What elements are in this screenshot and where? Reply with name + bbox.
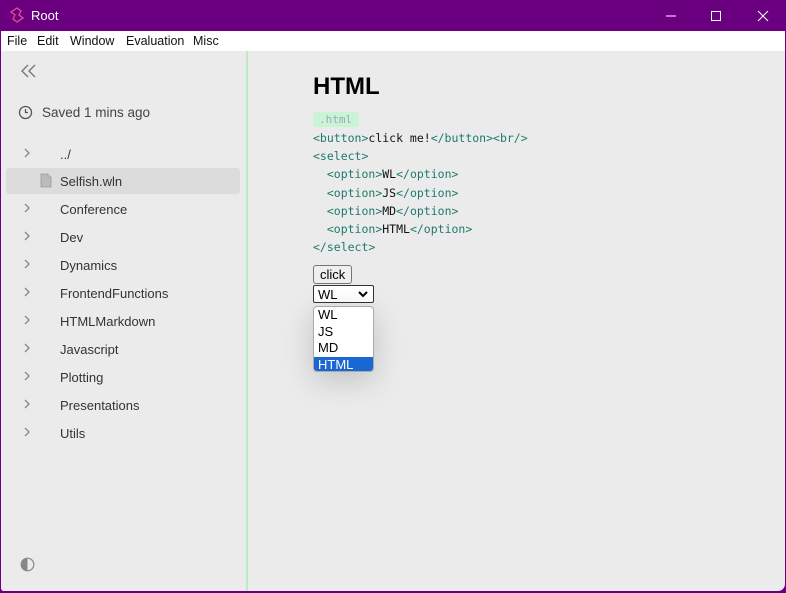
code-token: <option> — [326, 222, 383, 237]
maximize-icon — [711, 10, 721, 21]
save-status: Saved 1 mins ago — [18, 105, 150, 120]
sidebar-item-label: Dynamics — [60, 258, 118, 273]
sidebar-item-presentations[interactable]: Presentations — [6, 392, 240, 418]
maximize-button[interactable] — [693, 0, 739, 31]
chevron-right-icon — [24, 343, 30, 353]
file-icon — [40, 173, 52, 188]
app-window: Root File Edit Window Evaluation Misc Sa… — [0, 0, 786, 593]
chevron-right-icon — [24, 203, 30, 213]
chevron-down-icon — [358, 291, 368, 298]
chevron-right-icon — [24, 148, 30, 158]
sidebar-item-dev[interactable]: Dev — [6, 224, 240, 250]
click-me-button[interactable]: click me! — [313, 265, 353, 300]
sidebar-item-[interactable]: ../ — [6, 141, 240, 167]
window-title: Root — [31, 8, 59, 23]
sidebar-item-label: Dev — [60, 230, 84, 245]
sidebar-item-javascript[interactable]: Javascript — [6, 336, 240, 362]
select-option-js[interactable]: JS — [314, 324, 373, 341]
code-token: </option> — [396, 167, 459, 182]
sidebar-item-label: ../ — [60, 147, 71, 162]
code-token: </option> — [409, 222, 473, 237]
code-token: <option> — [326, 203, 383, 218]
menu-file[interactable]: File — [7, 34, 27, 48]
close-icon — [757, 10, 769, 21]
sidebar-item-plotting[interactable]: Plotting — [6, 364, 240, 390]
language-select[interactable]: WL — [313, 285, 374, 303]
code-token: <option> — [326, 185, 383, 200]
sidebar-divider[interactable] — [246, 51, 248, 591]
code-token: </option> — [396, 185, 459, 200]
code-token: </button> — [430, 131, 494, 145]
menu-window[interactable]: Window — [70, 34, 114, 48]
code-token: </select> — [313, 240, 376, 255]
page-heading: HTML — [313, 73, 380, 100]
save-status-text: Saved 1 mins ago — [42, 105, 151, 120]
sidebar-item-label: Presentations — [60, 398, 140, 413]
select-dropdown: WL JS MD HTML — [313, 306, 374, 372]
code-token: WL — [382, 167, 397, 182]
chevron-right-icon — [24, 399, 30, 409]
menu-edit[interactable]: Edit — [37, 34, 59, 48]
chevron-right-icon — [24, 287, 30, 297]
menu-evaluation[interactable]: Evaluation — [126, 34, 184, 48]
sidebar-item-selfish-wln[interactable]: Selfish.wln — [6, 168, 240, 194]
select-option-md[interactable]: MD — [314, 340, 373, 357]
menu-bar: File Edit Window Evaluation Misc — [1, 31, 785, 51]
app-body: Saved 1 mins ago ../ Selfish.wln Conferenc… — [1, 51, 785, 591]
code-token: click me! — [368, 131, 431, 145]
chevron-right-icon — [24, 231, 30, 241]
sidebar-item-label: Selfish.wln — [60, 174, 123, 189]
sidebar-item-utils[interactable]: Utils — [6, 420, 240, 446]
theme-toggle-icon[interactable] — [20, 557, 35, 572]
app-logo-icon — [9, 7, 25, 23]
chevron-right-icon — [24, 371, 30, 381]
chevron-right-icon — [24, 427, 30, 437]
sidebar-item-label: HTMLMarkdown — [60, 314, 156, 329]
collapse-sidebar-icon[interactable] — [19, 63, 39, 79]
minimize-button[interactable] — [648, 0, 694, 31]
chevron-right-icon — [24, 259, 30, 269]
sidebar-item-frontendfunctions[interactable]: FrontendFunctions — [6, 280, 240, 306]
sidebar-item-label: FrontendFunctions — [60, 286, 169, 301]
code-token: <br/> — [493, 131, 528, 145]
select-option-html[interactable]: HTML — [314, 356, 373, 371]
sidebar-item-htmlmarkdown[interactable]: HTMLMarkdown — [6, 308, 240, 334]
menu-misc[interactable]: Misc — [193, 34, 219, 48]
close-button[interactable] — [740, 0, 786, 31]
code-token: <select> — [313, 149, 369, 164]
code-token: <option> — [326, 167, 383, 182]
title-bar: Root — [0, 0, 786, 31]
minimize-icon — [666, 15, 676, 16]
sidebar-item-dynamics[interactable]: Dynamics — [6, 252, 240, 278]
cell-language-badge: .html — [313, 112, 359, 127]
select-value: WL — [318, 287, 338, 302]
chevron-right-icon — [24, 315, 30, 325]
sidebar-item-conference[interactable]: Conference — [6, 196, 240, 222]
code-token: HTML — [382, 222, 410, 237]
clock-icon — [18, 105, 33, 120]
sidebar-item-label: Conference — [60, 202, 128, 217]
sidebar-item-label: Utils — [60, 426, 86, 441]
sidebar-item-label: Plotting — [60, 370, 104, 385]
code-token: <button> — [313, 131, 369, 145]
code-token: </option> — [396, 203, 459, 218]
code-token: JS — [382, 185, 397, 200]
sidebar-item-label: Javascript — [60, 342, 119, 357]
sidebar: Saved 1 mins ago ../ Selfish.wln Conferenc… — [1, 51, 246, 591]
code-token: MD — [382, 203, 397, 218]
code-cell[interactable]: <button>click me!</button><br/> <select>… — [313, 129, 528, 256]
select-option-wl[interactable]: WL — [314, 307, 373, 324]
